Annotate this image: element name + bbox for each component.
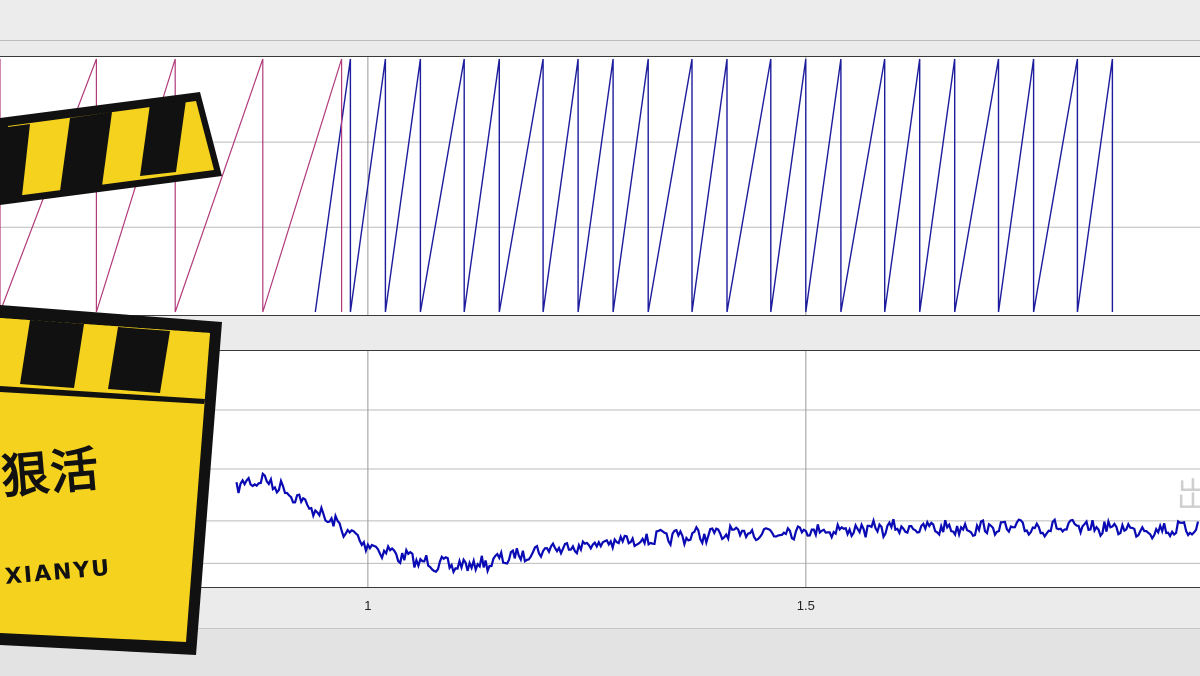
response-series-line bbox=[235, 471, 1200, 575]
badge-text: 狠活 bbox=[0, 441, 102, 506]
sawtooth-series-line bbox=[314, 58, 1114, 313]
watermark-glyph: 岀 bbox=[1176, 476, 1200, 516]
x-tick-label: 1.5 bbox=[796, 598, 815, 613]
clapper-arm bbox=[0, 92, 222, 205]
x-tick-label: 1 bbox=[364, 598, 372, 613]
